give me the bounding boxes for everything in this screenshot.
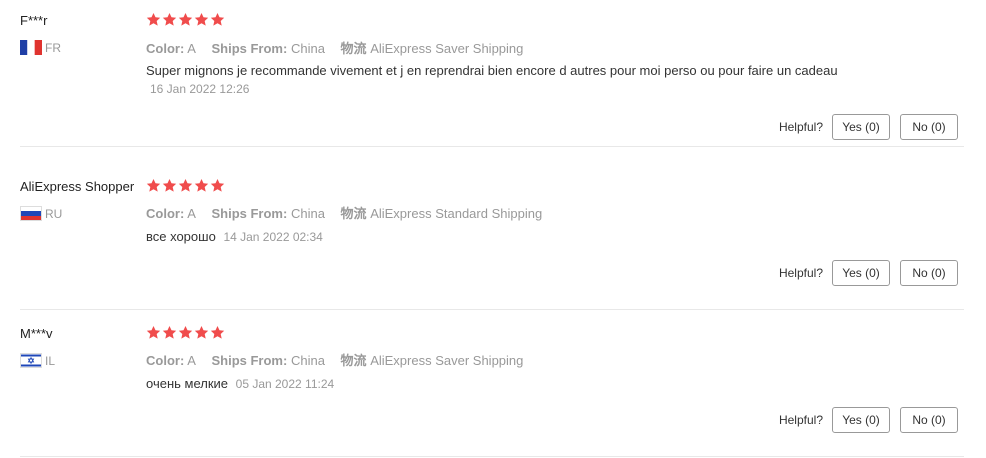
ships-from-value: China (290, 41, 325, 56)
helpful-no-button[interactable]: No (0) (900, 407, 958, 433)
review-item: M***v IL Color: A Ships From: China 物流 A… (20, 310, 964, 457)
star-icon (194, 178, 209, 192)
star-icon (210, 178, 225, 192)
user-name: AliExpress Shopper (20, 179, 135, 194)
star-icon (178, 325, 193, 339)
color-value: A (187, 206, 196, 221)
star-icon (210, 12, 225, 26)
helpful-label: Helpful? (778, 413, 823, 427)
logistics-label: 物流 (340, 353, 367, 368)
color-label: Color: (146, 206, 185, 221)
star-icon (146, 325, 161, 339)
ships-from-label: Ships From: (211, 41, 288, 56)
russia-flag-icon (20, 206, 42, 221)
feedback-list: F***r FR Color: A Ships From: China 物流 A… (0, 0, 986, 458)
review-content: все хорошо 14 Jan 2022 02:34 (146, 228, 846, 246)
country-code: FR (45, 40, 61, 55)
helpful-yes-button[interactable]: Yes (0) (832, 260, 890, 286)
star-icon (210, 325, 225, 339)
star-rating (146, 12, 225, 27)
review-meta: Color: A Ships From: China 物流 AliExpress… (146, 38, 523, 57)
review-date: 16 Jan 2022 12:26 (150, 82, 250, 96)
logistics-value: AliExpress Saver Shipping (370, 353, 524, 368)
israel-flag-icon (20, 353, 42, 368)
star-rating (146, 178, 225, 193)
ships-from-value: China (290, 206, 325, 221)
france-flag-icon (20, 40, 42, 55)
star-icon (146, 178, 161, 192)
helpful-no-button[interactable]: No (0) (900, 114, 958, 140)
review-text: Super mignons je recommande vivement et … (146, 63, 838, 78)
user-country: FR (20, 40, 61, 55)
star-rating (146, 325, 225, 340)
review-item: F***r FR Color: A Ships From: China 物流 A… (20, 0, 964, 147)
country-code: IL (45, 353, 56, 368)
star-icon (162, 12, 177, 26)
star-icon (146, 12, 161, 26)
color-value: A (187, 41, 196, 56)
user-name: F***r (20, 13, 48, 28)
helpful-section: Helpful? Yes (0) No (0) (779, 407, 958, 433)
review-text: очень мелкие (146, 376, 229, 391)
user-country: IL (20, 353, 55, 368)
logistics-label: 物流 (340, 41, 367, 56)
star-icon (178, 178, 193, 192)
star-icon (162, 325, 177, 339)
helpful-section: Helpful? Yes (0) No (0) (779, 114, 958, 140)
color-value: A (187, 353, 196, 368)
user-name: M***v (20, 326, 53, 341)
color-label: Color: (146, 41, 185, 56)
review-meta: Color: A Ships From: China 物流 AliExpress… (146, 350, 523, 369)
ships-from-value: China (290, 353, 325, 368)
country-code: RU (45, 206, 63, 221)
logistics-value: AliExpress Standard Shipping (370, 206, 543, 221)
review-content: Super mignons je recommande vivement et … (146, 62, 846, 98)
star-icon (162, 178, 177, 192)
user-country: RU (20, 206, 62, 221)
star-icon (178, 12, 193, 26)
helpful-section: Helpful? Yes (0) No (0) (779, 260, 958, 286)
ships-from-label: Ships From: (211, 353, 288, 368)
helpful-yes-button[interactable]: Yes (0) (832, 407, 890, 433)
helpful-no-button[interactable]: No (0) (900, 260, 958, 286)
star-icon (194, 12, 209, 26)
review-date: 14 Jan 2022 02:34 (223, 230, 323, 244)
helpful-label: Helpful? (778, 266, 823, 280)
logistics-label: 物流 (340, 206, 367, 221)
color-label: Color: (146, 353, 185, 368)
helpful-yes-button[interactable]: Yes (0) (832, 114, 890, 140)
review-item: AliExpress Shopper RU Color: A Ships Fro… (20, 163, 964, 310)
star-icon (194, 325, 209, 339)
review-meta: Color: A Ships From: China 物流 AliExpress… (146, 203, 542, 222)
logistics-value: AliExpress Saver Shipping (370, 41, 524, 56)
review-content: очень мелкие 05 Jan 2022 11:24 (146, 375, 846, 393)
review-text: все хорошо (146, 229, 216, 244)
ships-from-label: Ships From: (211, 206, 288, 221)
review-date: 05 Jan 2022 11:24 (235, 377, 335, 391)
helpful-label: Helpful? (778, 120, 823, 134)
